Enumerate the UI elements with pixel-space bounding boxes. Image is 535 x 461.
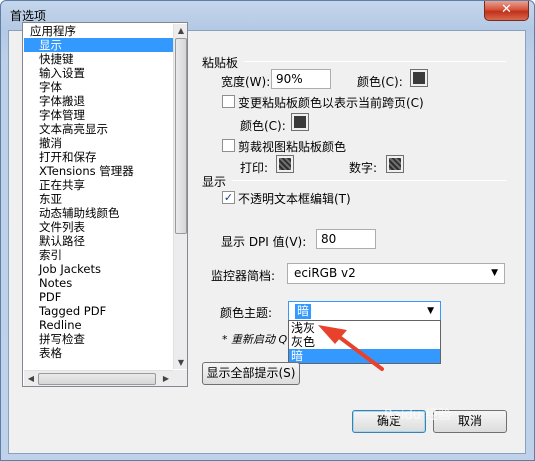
category-item[interactable]: 索引 xyxy=(24,248,173,262)
print-color-swatch[interactable] xyxy=(276,155,294,173)
category-item[interactable]: 字体搬退 xyxy=(24,94,173,108)
category-item[interactable]: 表格 xyxy=(24,346,173,360)
close-icon: ✕ xyxy=(501,2,512,17)
print-label: 打印: xyxy=(240,161,269,175)
category-item[interactable]: 打开和保存 xyxy=(24,150,173,164)
category-item[interactable]: 撤消 xyxy=(24,136,173,150)
category-item[interactable]: 拼写检查 xyxy=(24,332,173,346)
pasteboard-section-label: 粘贴板 xyxy=(202,56,239,70)
pasteboard-color-swatch[interactable] xyxy=(410,69,428,87)
category-item[interactable]: 应用程序 xyxy=(24,24,173,38)
change-pasteboard-color-checkbox[interactable] xyxy=(222,95,235,108)
pasteboard-color-label: 颜色(C): xyxy=(357,75,403,89)
display-section-label: 显示 xyxy=(202,175,227,189)
clip-pasteboard-color-label: 剪裁视图粘贴板颜色 xyxy=(238,140,347,154)
category-vertical-scrollbar[interactable]: ▲ ▼ xyxy=(173,24,187,369)
show-all-tips-button[interactable]: 显示全部提示(S) xyxy=(202,362,300,385)
spread-color-label: 颜色(C): xyxy=(240,119,286,133)
spread-color-swatch[interactable] xyxy=(291,113,309,131)
vertical-scroll-thumb[interactable] xyxy=(175,38,187,234)
category-item[interactable]: 字体 xyxy=(24,80,173,94)
color-theme-value: 暗 xyxy=(295,304,312,319)
chevron-down-icon: ▼ xyxy=(427,306,434,316)
category-item[interactable]: 东亚 xyxy=(24,192,173,206)
color-theme-label: 颜色主题: xyxy=(220,306,273,320)
theme-option[interactable]: 灰色 xyxy=(289,335,440,349)
scroll-right-icon[interactable]: ▶ xyxy=(159,372,173,385)
chevron-down-icon: ▼ xyxy=(491,268,498,278)
pasteboard-separator xyxy=(244,61,506,62)
category-item[interactable]: 文件列表 xyxy=(24,220,173,234)
category-item[interactable]: 默认路径 xyxy=(24,234,173,248)
category-item[interactable]: 动态辅助线颜色 xyxy=(24,206,173,220)
width-input[interactable]: 90% xyxy=(271,69,331,89)
category-list[interactable]: 应用程序 显示 快捷键 输入设置 字体 字体搬退 字体管理 文本高亮显示 撤消 打开和保存 XTen… xyxy=(22,22,188,387)
category-horizontal-scrollbar[interactable]: ◀ ▶ xyxy=(24,370,173,386)
watermark: Baidu 经验 xyxy=(384,408,452,423)
clip-pasteboard-color-checkbox[interactable] xyxy=(222,139,235,152)
category-item[interactable]: 快捷键 xyxy=(24,52,173,66)
category-item[interactable]: 显示 xyxy=(24,38,173,52)
display-dpi-label: 显示 DPI 值(V): xyxy=(221,235,307,249)
scroll-up-icon[interactable]: ▲ xyxy=(174,24,188,37)
number-label: 数字: xyxy=(349,161,378,175)
category-item[interactable]: Job Jackets xyxy=(24,262,173,276)
number-color-swatch[interactable] xyxy=(386,155,404,173)
monitor-profile-value: eciRGB v2 xyxy=(294,266,356,280)
category-item[interactable]: 输入设置 xyxy=(24,66,173,80)
color-theme-select[interactable]: 暗 ▼ xyxy=(288,301,441,322)
theme-option[interactable]: 暗 xyxy=(289,349,440,363)
change-pasteboard-color-label: 变更粘贴板颜色以表示当前跨页(C) xyxy=(238,96,424,110)
restart-note: * 重新启动 Q xyxy=(222,333,288,346)
monitor-profile-label: 监控器简档: xyxy=(211,269,276,283)
monitor-profile-select[interactable]: eciRGB v2 ▼ xyxy=(287,263,505,284)
horizontal-scroll-thumb[interactable] xyxy=(38,373,156,385)
opaque-text-edit-checkbox[interactable]: ✓ xyxy=(222,191,235,204)
opaque-text-edit-label: 不透明文本框编辑(T) xyxy=(238,192,351,206)
scroll-corner xyxy=(173,370,187,386)
color-theme-dropdown[interactable]: 浅灰 灰色暗 xyxy=(288,320,441,364)
category-item[interactable]: 文本高亮显示 xyxy=(24,122,173,136)
display-dpi-input[interactable]: 80 xyxy=(316,229,376,249)
close-button[interactable]: ✕ xyxy=(484,1,529,21)
category-item[interactable]: PDF xyxy=(24,290,173,304)
category-items: 应用程序 显示 快捷键 输入设置 字体 字体搬退 字体管理 文本高亮显示 撤消 打开和保存 XTen… xyxy=(24,24,173,369)
scroll-down-icon[interactable]: ▼ xyxy=(174,356,188,369)
category-item[interactable]: Tagged PDF xyxy=(24,304,173,318)
theme-option[interactable]: 浅灰 xyxy=(289,321,440,335)
category-item[interactable]: Redline xyxy=(24,318,173,332)
category-item[interactable]: 字体管理 xyxy=(24,108,173,122)
display-separator xyxy=(232,180,506,181)
scroll-left-icon[interactable]: ◀ xyxy=(24,372,38,385)
category-item[interactable]: Notes xyxy=(24,276,173,290)
width-label: 宽度(W): xyxy=(221,75,271,89)
category-item[interactable]: XTensions 管理器 xyxy=(24,164,173,178)
category-item[interactable]: 正在共享 xyxy=(24,178,173,192)
